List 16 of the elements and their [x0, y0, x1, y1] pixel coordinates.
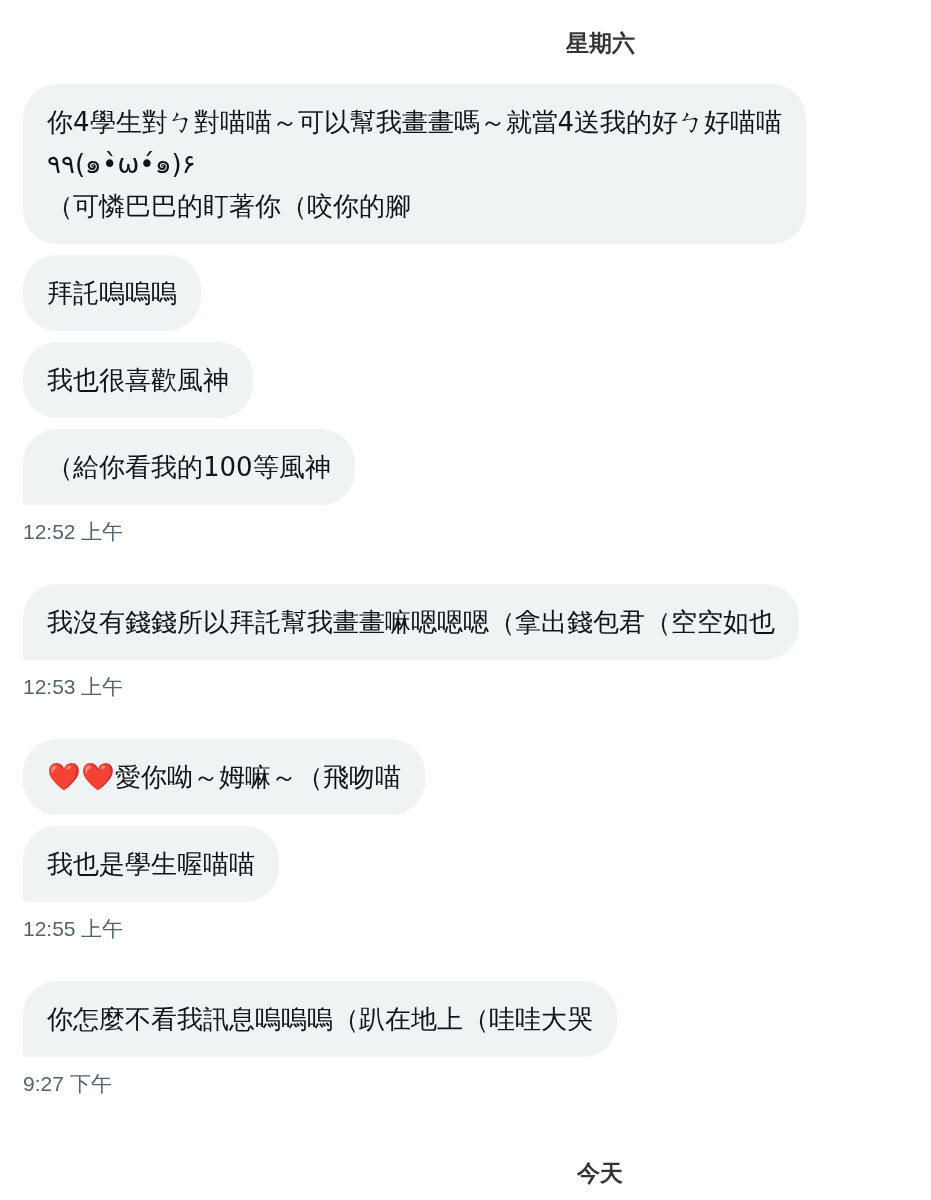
message-bubble: 我也很喜歡風神	[23, 342, 253, 418]
message-timestamp: 9:27 下午	[23, 1071, 112, 1097]
heart-icon: ❤	[81, 761, 115, 792]
message-timestamp: 12:52 上午	[23, 519, 124, 545]
heart-icon: ❤	[47, 761, 81, 792]
message-timestamp: 12:53 上午	[23, 674, 124, 700]
message-bubble: 我也是學生喔喵喵	[23, 826, 279, 902]
message-bubble: （給你看我的100等風神	[23, 429, 355, 505]
message-bubble: 你怎麼不看我訊息嗚嗚嗚（趴在地上（哇哇大哭	[23, 981, 617, 1057]
message-timestamp: 12:55 上午	[23, 916, 124, 942]
date-divider: 今天	[577, 1159, 623, 1188]
date-divider: 星期六	[565, 29, 635, 58]
message-bubble: 你4學生對ㄅ對喵喵～可以幫我畫畫嗎～就當4送我的好ㄅ好喵喵 ٩٩(๑•̀ω•́๑)۶ （可憐巴巴的盯著你（咬你的腳	[23, 84, 807, 244]
message-bubble: 拜託嗚嗚嗚	[23, 255, 201, 331]
message-text: 愛你呦～姆嘛～（飛吻喵	[115, 762, 401, 792]
message-bubble: 我沒有錢錢所以拜託幫我畫畫嘛嗯嗯嗯（拿出錢包君（空空如也	[23, 584, 799, 660]
